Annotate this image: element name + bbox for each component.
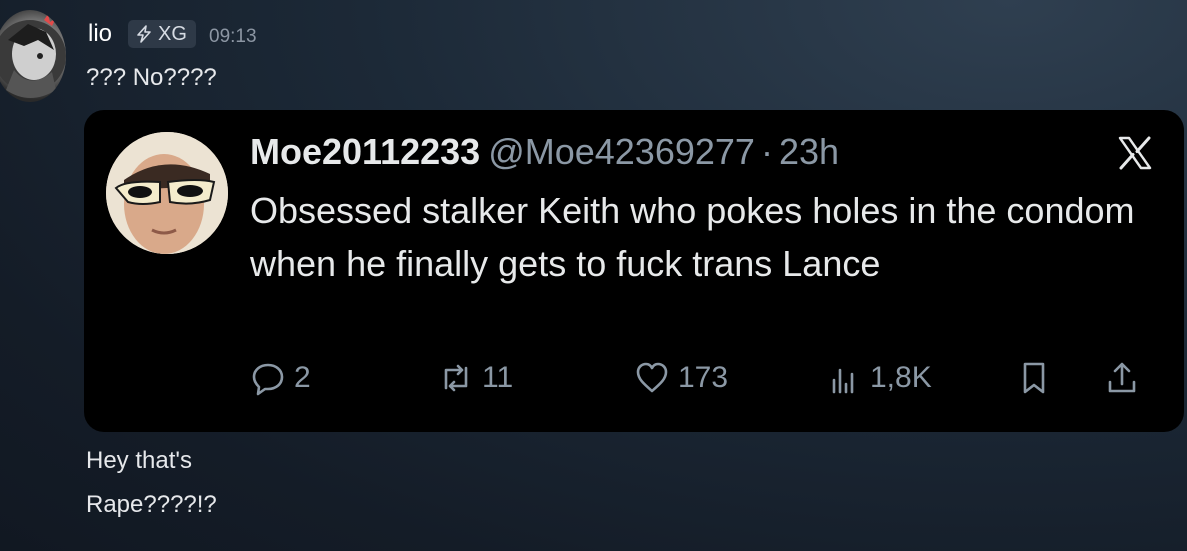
post-avatar-image [106,132,228,254]
x-logo-icon[interactable] [1116,134,1154,172]
reply-button[interactable]: 2 [250,360,311,396]
message-text: Hey that's [86,447,192,474]
share-button[interactable] [1104,360,1140,396]
post-age[interactable]: 23h [779,131,839,172]
share-icon [1104,360,1140,396]
post-handle[interactable]: @Moe42369277 [488,131,755,172]
post-display-name[interactable]: Moe20112233 [250,131,480,172]
views-button[interactable]: 1,8K [826,360,932,396]
username[interactable]: lio [88,20,112,48]
views-chart-icon [826,360,862,396]
reply-icon [250,360,286,396]
repost-count: 11 [482,361,514,394]
user-avatar[interactable] [0,10,66,102]
heart-icon [634,360,670,396]
post-author-avatar[interactable] [106,132,228,254]
post-actions: 2 11 173 1,8K [250,360,1160,404]
repost-icon [438,360,474,396]
post-separator: · [760,131,773,172]
post-header: Moe20112233 @Moe42369277 · 23h [250,130,839,174]
avatar-image [0,14,66,98]
repost-button[interactable]: 11 [438,360,513,396]
bolt-icon [134,24,154,44]
bookmark-icon [1016,360,1052,396]
views-count: 1,8K [870,361,932,394]
like-button[interactable]: 173 [634,360,728,396]
guild-tag[interactable]: XG [128,20,196,48]
embedded-post[interactable]: Moe20112233 @Moe42369277 · 23h Obsessed sta… [84,110,1184,432]
bookmark-button[interactable] [1016,360,1052,396]
like-count: 173 [678,361,729,394]
message-text: Rape????!? [86,491,217,518]
guild-tag-label: XG [158,22,187,45]
post-text: Obsessed stalker Keith who pokes holes i… [250,190,1135,284]
reply-count: 2 [294,361,311,394]
message-text: ??? No???? [86,64,217,91]
message-timestamp: 09:13 [209,26,257,47]
